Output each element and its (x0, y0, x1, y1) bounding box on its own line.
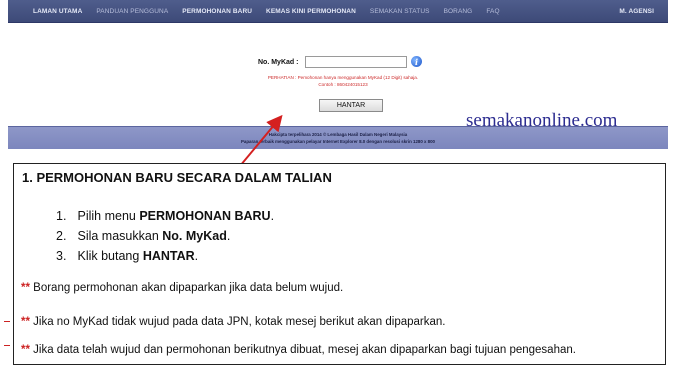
top-navigation: LAMAN UTAMA PANDUAN PENGGUNA PERMOHONAN … (8, 0, 668, 23)
step-number: 1. (56, 209, 67, 223)
note-text: Jika data telah wujud dan permohonan ber… (29, 344, 576, 356)
footer-browser-note: Paparan terbaik menggunakan pelayar Inte… (240, 139, 435, 144)
nav-borang[interactable]: BORANG (437, 8, 480, 15)
step-text: Klik butang (77, 249, 143, 263)
example-text: Contoh : 860424015123 (318, 82, 368, 87)
note-item: ** Borang permohonan akan dipaparkan jik… (21, 282, 343, 294)
note-marker: ** (21, 344, 30, 356)
step-tail: . (194, 249, 199, 263)
mykad-form: No. MyKad : i PERHATIAN : Pemohonan hany… (8, 23, 668, 131)
footer-copyright: Hakcipta terpelihara 2014 © Lembaga Hasi… (268, 132, 408, 137)
step-keyword: No. MyKad (162, 229, 227, 243)
step-item: 2. Sila masukkan No. MyKad. (56, 226, 274, 246)
side-marker (4, 321, 10, 322)
step-item: 3. Klik butang HANTAR. (56, 246, 274, 266)
nav-agensi[interactable]: M. AGENSI (612, 8, 668, 15)
note-text: Borang permohonan akan dipaparkan jika d… (29, 282, 344, 294)
hantar-button[interactable]: HANTAR (319, 99, 383, 112)
note-text: Jika no MyKad tidak wujud pada data JPN,… (29, 316, 446, 328)
note-marker: ** (21, 282, 30, 294)
portal-screenshot: LAMAN UTAMA PANDUAN PENGGUNA PERMOHONAN … (8, 0, 668, 154)
note-item: ** Jika no MyKad tidak wujud pada data J… (21, 316, 445, 328)
mykad-label: No. MyKad : (258, 59, 299, 66)
nav-faq[interactable]: FAQ (479, 8, 506, 15)
step-keyword: PERMOHONAN BARU (139, 209, 271, 223)
note-marker: ** (21, 316, 30, 328)
steps-list: 1. Pilih menu PERMOHONAN BARU. 2. Sila m… (56, 206, 274, 266)
step-number: 2. (56, 229, 67, 243)
step-tail: . (270, 209, 275, 223)
info-icon[interactable]: i (411, 56, 422, 67)
nav-panduan-pengguna[interactable]: PANDUAN PENGGUNA (89, 8, 175, 15)
instruction-title: 1. PERMOHONAN BARU SECARA DALAM TALIAN (22, 170, 332, 185)
mykad-input[interactable] (305, 56, 407, 68)
instruction-box: 1. PERMOHONAN BARU SECARA DALAM TALIAN 1… (13, 163, 666, 365)
step-tail: . (226, 229, 231, 243)
warning-text: PERHATIAN : Pemohonan hanya menggunakan … (267, 75, 419, 80)
step-keyword: HANTAR (142, 249, 195, 263)
nav-semakan-status[interactable]: SEMAKAN STATUS (363, 8, 437, 15)
step-item: 1. Pilih menu PERMOHONAN BARU. (56, 206, 274, 226)
step-text: Sila masukkan (77, 229, 163, 243)
side-marker (4, 345, 10, 346)
nav-permohonan-baru[interactable]: PERMOHONAN BARU (175, 8, 259, 15)
step-text: Pilih menu (77, 209, 140, 223)
nav-kemas-kini-permohonan[interactable]: KEMAS KINI PERMOHONAN (259, 8, 363, 15)
nav-laman-utama[interactable]: LAMAN UTAMA (8, 8, 89, 15)
note-item: ** Jika data telah wujud dan permohonan … (21, 344, 576, 356)
footer: Hakcipta terpelihara 2014 © Lembaga Hasi… (8, 126, 668, 149)
step-number: 3. (56, 249, 67, 263)
